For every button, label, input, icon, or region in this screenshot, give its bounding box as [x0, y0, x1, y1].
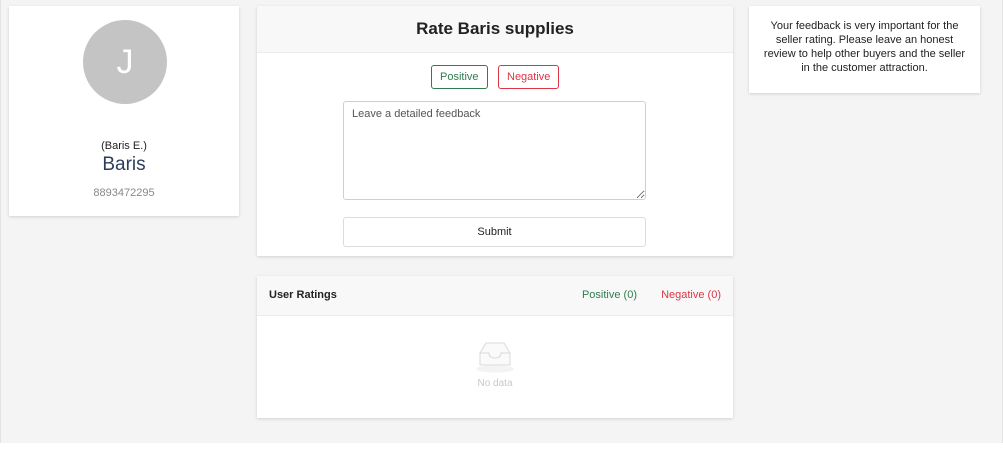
seller-phone: 8893472295	[93, 187, 155, 199]
negative-button[interactable]: Negative	[498, 65, 560, 89]
rate-title: Rate Baris supplies	[257, 6, 733, 53]
info-card: Your feedback is very important for the …	[749, 6, 980, 93]
positive-count-link[interactable]: Positive (0)	[582, 289, 637, 301]
inbox-icon	[476, 342, 514, 373]
user-ratings-header: User Ratings Positive (0) Negative (0)	[257, 276, 733, 316]
user-ratings-title: User Ratings	[269, 289, 337, 301]
positive-button[interactable]: Positive	[431, 65, 488, 89]
feedback-textarea[interactable]	[343, 101, 646, 200]
negative-count-link[interactable]: Negative (0)	[661, 289, 721, 301]
seller-profile-card: J (Baris E.) Baris 8893472295	[9, 6, 239, 216]
avatar: J	[83, 20, 167, 104]
empty-state-text: No data	[477, 378, 513, 389]
page-background: J (Baris E.) Baris 8893472295 Rate Baris…	[0, 0, 1003, 443]
seller-name: Baris	[102, 154, 146, 175]
info-text: Your feedback is very important for the …	[763, 20, 966, 74]
user-ratings-card: User Ratings Positive (0) Negative (0) N…	[257, 276, 733, 418]
submit-button[interactable]: Submit	[343, 217, 646, 247]
rate-card: Rate Baris supplies Positive Negative Su…	[257, 6, 733, 256]
seller-nickname: (Baris E.)	[101, 140, 147, 152]
